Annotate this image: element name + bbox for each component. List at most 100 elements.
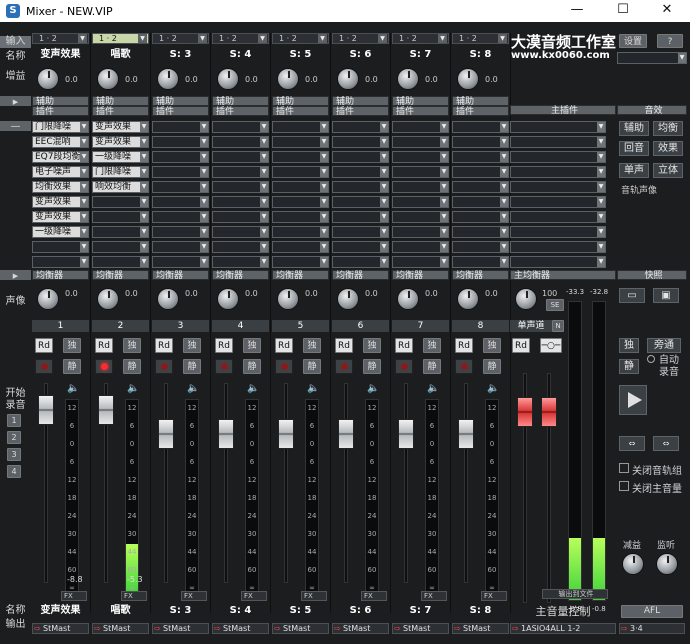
insert-slot[interactable]: ▼ [332,151,389,163]
save-icon[interactable]: ▣ [653,288,679,303]
insert-slot[interactable]: ▼ [392,256,449,268]
read-button[interactable]: Rd [155,338,173,353]
insert-slot[interactable]: ▼ [152,121,209,133]
insert-slot[interactable]: ▼ [392,166,449,178]
gain-knob[interactable] [457,68,479,90]
insert-slot[interactable]: ▼ [272,241,329,253]
help-button[interactable]: ? [657,34,683,48]
insert-slot[interactable]: ▼ [212,226,269,238]
insert-slot[interactable]: ▼ [272,181,329,193]
aux-button[interactable]: 辅助 [619,121,649,136]
master-se-button[interactable]: SE [546,299,564,311]
insert-slot[interactable]: ▼ [152,181,209,193]
insert-slot[interactable]: ▼ [212,136,269,148]
aux-header[interactable]: 辅助 [212,96,269,107]
record-button[interactable] [275,359,293,374]
stereo-button[interactable]: 立体 [653,163,683,178]
input-select[interactable]: 1 · 2 ▼ [212,33,269,44]
master-eq-header[interactable]: 主均衡器 [510,270,616,281]
insert-slot[interactable]: ▼ [392,151,449,163]
play-button[interactable] [619,385,647,415]
solo-button[interactable]: 独 [123,338,141,353]
record-button[interactable] [455,359,473,374]
mute-button[interactable]: 静 [123,359,141,374]
settings-button[interactable]: 设置 [619,34,647,48]
master-insert-slot[interactable]: ▼ [510,226,606,238]
pan-knob[interactable] [457,288,479,310]
volume-fader[interactable] [98,395,114,425]
insert-slot[interactable]: ▼ [152,211,209,223]
volume-fader[interactable] [218,419,234,449]
link-left-icon[interactable]: ⇔ [619,436,645,451]
folder-icon[interactable]: ▭ [619,288,645,303]
solo-button[interactable]: 独 [63,338,81,353]
gain-knob[interactable] [277,68,299,90]
input-select[interactable]: 1 · 2 ▼ [332,33,389,44]
gain-knob[interactable] [37,68,59,90]
insert-slot[interactable]: ▼ [392,196,449,208]
insert-slot[interactable]: ▼ [332,256,389,268]
insert-slot[interactable]: ▼ [92,241,149,253]
insert-slot[interactable]: ▼ [452,211,509,223]
eq-header[interactable]: 均衡器 [272,270,329,281]
fx-button[interactable]: FX [361,591,387,601]
output-select[interactable]: StMast [452,623,509,634]
read-button[interactable]: Rd [215,338,233,353]
insert-slot[interactable]: ▼ [452,136,509,148]
insert-slot[interactable]: ▼ [272,211,329,223]
fx-button[interactable]: FX [301,591,327,601]
bypass-button[interactable]: 旁通 [647,338,681,353]
fx-button[interactable]: FX [181,591,207,601]
monitor-output-select[interactable]: 3·4 [619,623,685,634]
master-insert-slot[interactable]: ▼ [510,256,606,268]
input-select[interactable]: 1 · 2 ▼ [152,33,209,44]
insert-slot[interactable]: ▼ [392,211,449,223]
mute-button[interactable]: 静 [303,359,321,374]
insert-slot[interactable]: ▼ [212,241,269,253]
eq-button[interactable]: 均衡 [653,121,683,136]
insert-slot[interactable]: 变声效果 ▼ [92,136,149,148]
global-solo-button[interactable]: 独 [619,338,639,353]
channel-name[interactable]: S: 5 [272,49,329,61]
eq-header[interactable]: 均衡器 [32,270,89,281]
output-select[interactable]: StMast [92,623,149,634]
gain-knob[interactable] [397,68,419,90]
eq-header[interactable]: 均衡器 [152,270,209,281]
insert-slot[interactable]: EEC混响 ▼ [32,136,89,148]
insert-slot[interactable]: ▼ [392,136,449,148]
output-select[interactable]: StMast [212,623,269,634]
insert-slot[interactable]: ▼ [92,196,149,208]
fx-button[interactable]: FX [121,591,147,601]
mute-button[interactable]: 静 [243,359,261,374]
aux-collapse[interactable]: ▶ [0,96,31,106]
gain-knob[interactable] [157,68,179,90]
auto-record-radio[interactable] [647,355,655,363]
insert-slot[interactable]: ▼ [212,196,269,208]
channel-name[interactable]: S: 3 [152,49,209,61]
aux-header[interactable]: 辅助 [332,96,389,107]
insert-slot[interactable]: ▼ [452,121,509,133]
input-select[interactable]: 1 · 2 ▼ [452,33,509,44]
insert-slot[interactable]: ▼ [452,181,509,193]
insert-slot[interactable]: 变声效果 ▼ [92,121,149,133]
insert-slot[interactable]: ▼ [212,121,269,133]
record-button[interactable] [395,359,413,374]
pan-knob[interactable] [157,288,179,310]
track-1-button[interactable]: 1 [7,414,21,427]
insert-slot[interactable]: ▼ [32,256,89,268]
insert-slot[interactable]: 变声效果 ▼ [32,196,89,208]
insert-slot[interactable]: 电子噪声 ▼ [32,166,89,178]
input-select[interactable]: 1 · 2 ▼ [392,33,449,44]
insert-slot[interactable]: ▼ [332,166,389,178]
duck-knob[interactable] [622,553,644,575]
insert-slot[interactable]: ▼ [272,196,329,208]
mute-button[interactable]: 静 [183,359,201,374]
insert-slot[interactable]: ▼ [392,121,449,133]
volume-fader[interactable] [278,419,294,449]
master-insert-slot[interactable]: ▼ [510,121,606,133]
insert-slot[interactable]: ▼ [332,136,389,148]
insert-slot[interactable]: ▼ [212,256,269,268]
insert-slot[interactable]: ▼ [452,226,509,238]
master-insert-slot[interactable]: ▼ [510,166,606,178]
preset-select[interactable]: ▼ [617,52,687,64]
